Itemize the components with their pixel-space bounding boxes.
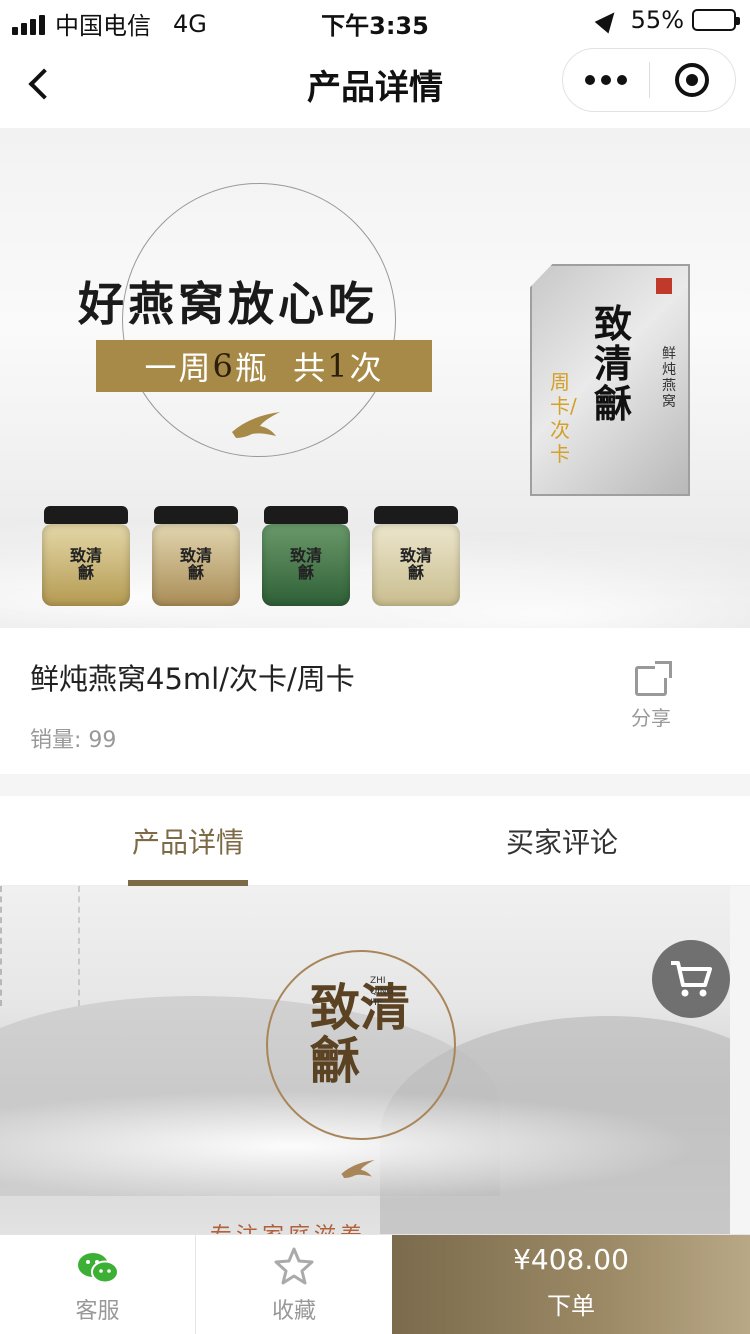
order-price: ¥408.00 [513, 1243, 629, 1276]
sales-count: 销量: 99 [30, 722, 116, 754]
bottom-bar: 客服 收藏 ¥408.00 下单 [0, 1234, 750, 1334]
jar-body: 致清龢 [152, 524, 240, 606]
jar-label: 致清龢 [69, 546, 102, 582]
jar-lid [264, 506, 348, 524]
product-info: 鲜炖燕窝45ml/次卡/周卡 销量: 99 分享 [0, 628, 750, 774]
jar-label: 致清龢 [179, 546, 212, 582]
jar-image: 致清龢 [42, 506, 130, 606]
back-button[interactable] [18, 62, 62, 106]
brand-logo-icon [656, 278, 672, 294]
jar-lid [154, 506, 238, 524]
offer-pre: 一周 [144, 349, 213, 387]
detail-image: 致清龢 ZHI QING HE 专注家庭滋养 [0, 886, 730, 1234]
service-icon-wrap [0, 1235, 195, 1285]
tab-buyer-reviews[interactable]: 买家评论 [502, 796, 622, 886]
swallow-icon [341, 1160, 375, 1178]
share-label: 分享 [631, 706, 671, 730]
jar-image: 致清龢 [152, 506, 240, 606]
swallow-icon [232, 412, 280, 438]
target-close-icon [675, 63, 710, 97]
offer-post: 次 [349, 349, 384, 387]
jar-lid [374, 506, 458, 524]
tab-product-detail[interactable]: 产品详情 [128, 796, 248, 886]
more-dot [616, 75, 627, 85]
offer-num2: 1 [327, 347, 350, 385]
jar-row: 致清龢 致清龢 致清龢 致清龢 [42, 506, 460, 606]
card-brand: 致清龢 [594, 301, 633, 426]
cart-icon [671, 961, 712, 997]
cart-button[interactable] [652, 940, 730, 1018]
jar-label: 致清龢 [289, 546, 322, 582]
status-bar: 中国电信 4G 下午3:35 55% [0, 0, 750, 40]
battery-icon [692, 9, 740, 31]
star-icon [274, 1247, 314, 1285]
share-button[interactable]: 分享 [616, 661, 686, 731]
detail-slogan: 专注家庭滋养 [210, 1218, 366, 1234]
chevron-left-icon [28, 68, 60, 100]
banner-slogan: 好燕窝放心吃 [78, 277, 378, 331]
jar-image: 致清龢 [262, 506, 350, 606]
sales-label: 销量: [30, 728, 82, 753]
favorite-button[interactable]: 收藏 [196, 1235, 392, 1334]
willow-branch [0, 886, 80, 1006]
offer-num: 6 [212, 347, 235, 385]
more-button[interactable] [563, 48, 649, 112]
product-banner[interactable]: 好燕窝放心吃 一周 6 瓶 共1次 致清龢 鲜炖燕窝 周卡/次卡 致清龢 致清龢 致… [0, 128, 750, 628]
product-name: 鲜炖燕窝45ml/次卡/周卡 [30, 662, 355, 696]
close-button[interactable] [650, 48, 736, 112]
sales-value: 99 [88, 728, 117, 753]
place-order-button[interactable]: ¥408.00 下单 [392, 1235, 750, 1334]
offer-mid: 瓶 共 [234, 349, 328, 387]
jar-body: 致清龢 [262, 524, 350, 606]
customer-service-button[interactable]: 客服 [0, 1235, 196, 1334]
card-product: 鲜炖燕窝 [662, 346, 676, 411]
mini-program-capsule [562, 48, 736, 112]
service-label: 客服 [75, 1299, 120, 1324]
brand-logo-sub: ZHI QING HE [370, 976, 394, 1008]
card-kind: 周卡/次卡 [550, 370, 577, 466]
battery-percent: 55% [630, 6, 684, 34]
wechat-icon [77, 1253, 119, 1284]
order-label: 下单 [547, 1292, 595, 1320]
favorite-icon-wrap [196, 1235, 392, 1285]
favorite-label: 收藏 [271, 1299, 316, 1324]
jar-image: 致清龢 [372, 506, 460, 606]
product-card-image: 致清龢 鲜炖燕窝 周卡/次卡 [530, 264, 690, 496]
jar-body: 致清龢 [372, 524, 460, 606]
jar-label: 致清龢 [399, 546, 432, 582]
status-right: 55% [594, 6, 740, 34]
more-dot [600, 75, 611, 85]
more-dots-icon [584, 75, 595, 85]
jar-body: 致清龢 [42, 524, 130, 606]
location-arrow-icon [594, 6, 621, 34]
target-dot [686, 74, 699, 86]
detail-tabs: 产品详情 买家评论 [0, 796, 750, 886]
banner-offer: 一周 6 瓶 共1次 [96, 340, 432, 392]
jar-lid [44, 506, 128, 524]
nav-bar: 产品详情 [0, 40, 750, 128]
share-icon [635, 661, 672, 696]
